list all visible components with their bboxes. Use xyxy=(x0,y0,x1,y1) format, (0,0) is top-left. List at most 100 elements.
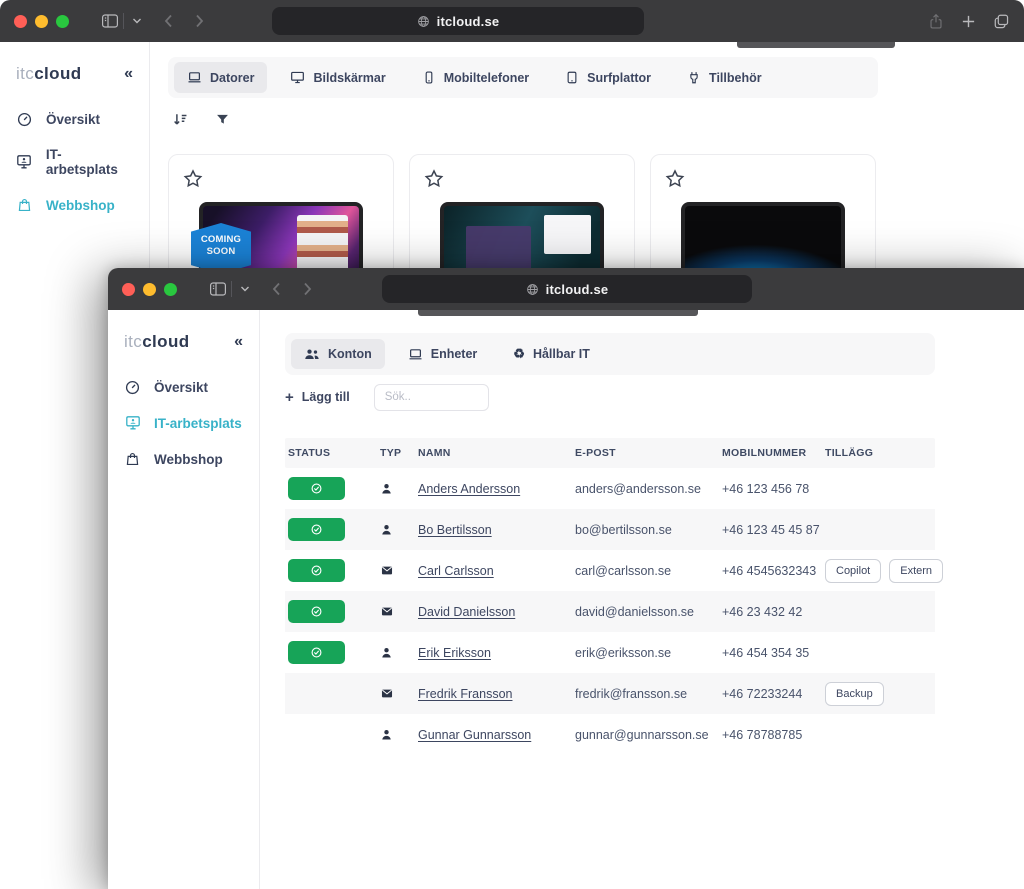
column-header: NAMN xyxy=(418,447,575,459)
table-row: Carl Carlsson carl@carlsson.se +46 45456… xyxy=(285,550,935,591)
plug-icon xyxy=(687,70,701,85)
url-text: itcloud.se xyxy=(437,14,500,29)
gauge-icon xyxy=(16,112,33,127)
sidebar-item-it-arbetsplats[interactable]: IT-arbetsplats xyxy=(0,139,149,185)
email-text: fredrik@fransson.se xyxy=(575,687,722,701)
tab-label: Enheter xyxy=(431,347,478,361)
account-name-link[interactable]: David Danielsson xyxy=(418,605,515,619)
zoom-window-button[interactable] xyxy=(164,283,177,296)
search-input[interactable] xyxy=(374,384,489,411)
addons-cell: Copilot Extern xyxy=(825,559,943,583)
account-name-link[interactable]: Carl Carlsson xyxy=(418,564,494,578)
sidebar-item-label: Webbshop xyxy=(46,198,115,213)
addon-button[interactable]: Extern xyxy=(889,559,943,583)
tablet-icon xyxy=(565,70,579,85)
phone-icon xyxy=(422,70,436,85)
table-header-row: STATUS TYP NAMN E-POST MOBILNUMMER TILLÄ… xyxy=(285,438,935,468)
add-button-label: Lägg till xyxy=(302,390,350,404)
sidebar-item-it-arbetsplats[interactable]: IT-arbetsplats xyxy=(108,407,259,439)
add-account-button[interactable]: + Lägg till xyxy=(285,390,350,405)
sidebar-item-webbshop[interactable]: Webbshop xyxy=(108,443,259,475)
chevron-down-icon[interactable] xyxy=(132,17,142,25)
filter-icon[interactable] xyxy=(215,112,230,132)
account-name-link[interactable]: Bo Bertilsson xyxy=(418,523,492,537)
column-header: TYP xyxy=(380,447,418,459)
mobile-text: +46 454 354 35 xyxy=(722,646,825,660)
workstation-icon xyxy=(16,154,33,170)
mailbox-type-icon xyxy=(380,687,418,700)
favorite-star-icon[interactable] xyxy=(183,169,203,189)
sidebar-item-oversikt[interactable]: Översikt xyxy=(108,372,259,403)
sidebar-toggle-icon[interactable] xyxy=(209,281,227,297)
table-row: David Danielsson david@danielsson.se +46… xyxy=(285,591,935,632)
globe-icon xyxy=(417,15,430,28)
forward-button[interactable] xyxy=(195,14,204,28)
account-name-link[interactable]: Gunnar Gunnarsson xyxy=(418,728,531,742)
chevron-down-icon[interactable] xyxy=(240,285,250,293)
monitor-icon xyxy=(290,70,305,85)
sidebar-collapse-icon[interactable]: « xyxy=(234,333,243,351)
sidebar-toggle-icon[interactable] xyxy=(101,13,119,29)
tab-enheter[interactable]: Enheter xyxy=(395,339,491,370)
sidebar-item-label: Översikt xyxy=(154,380,208,395)
account-name-link[interactable]: Erik Eriksson xyxy=(418,646,491,660)
tab-konton[interactable]: Konton xyxy=(291,339,385,369)
browser-titlebar: itcloud.se xyxy=(0,0,1024,42)
accounts-table-body: Anders Andersson anders@andersson.se +46… xyxy=(285,468,935,755)
tab-mobiltelefoner[interactable]: Mobiltelefoner xyxy=(409,62,542,93)
email-text: carl@carlsson.se xyxy=(575,564,722,578)
back-button[interactable] xyxy=(164,14,173,28)
address-bar[interactable]: itcloud.se xyxy=(382,275,752,303)
mobile-text: +46 4545632343 xyxy=(722,564,825,578)
minimize-window-button[interactable] xyxy=(143,283,156,296)
tab-datorer[interactable]: Datorer xyxy=(174,62,267,93)
mobile-text: +46 123 45 45 87 xyxy=(722,523,825,537)
close-window-button[interactable] xyxy=(122,283,135,296)
sidebar-item-oversikt[interactable]: Översikt xyxy=(0,104,149,135)
status-badge-active xyxy=(288,518,345,541)
sidebar-collapse-icon[interactable]: « xyxy=(124,65,133,83)
back-button[interactable] xyxy=(272,282,281,296)
shopping-bag-icon xyxy=(124,451,141,467)
sort-icon[interactable] xyxy=(172,111,189,133)
favorite-star-icon[interactable] xyxy=(665,169,685,189)
tab-tillbehor[interactable]: Tillbehör xyxy=(674,62,775,93)
column-header: E-POST xyxy=(575,447,722,459)
mobile-text: +46 123 456 78 xyxy=(722,482,825,496)
addon-button[interactable]: Copilot xyxy=(825,559,881,583)
account-name-link[interactable]: Fredrik Fransson xyxy=(418,687,512,701)
email-text: bo@bertilsson.se xyxy=(575,523,722,537)
email-text: david@danielsson.se xyxy=(575,605,722,619)
table-row: Bo Bertilsson bo@bertilsson.se +46 123 4… xyxy=(285,509,935,550)
sidebar-item-label: Översikt xyxy=(46,112,100,127)
sidebar-item-webbshop[interactable]: Webbshop xyxy=(0,189,149,221)
table-row: Fredrik Fransson fredrik@fransson.se +46… xyxy=(285,673,935,714)
forward-button[interactable] xyxy=(303,282,312,296)
tab-surfplattor[interactable]: Surfplattor xyxy=(552,62,664,93)
zoom-window-button[interactable] xyxy=(56,15,69,28)
tab-label: Surfplattor xyxy=(587,71,651,85)
table-row: Anders Andersson anders@andersson.se +46… xyxy=(285,468,935,509)
favorite-star-icon[interactable] xyxy=(424,169,444,189)
column-header: MOBILNUMMER xyxy=(722,447,825,459)
globe-icon xyxy=(526,283,539,296)
window-edge-fragment xyxy=(418,310,698,316)
tab-bildskarmar[interactable]: Bildskärmar xyxy=(277,62,398,93)
app-logo: itccloud xyxy=(16,64,82,84)
tab-overview-icon[interactable] xyxy=(993,13,1010,30)
account-name-link[interactable]: Anders Andersson xyxy=(418,482,520,496)
new-tab-icon[interactable] xyxy=(961,14,976,29)
status-badge-active xyxy=(288,641,345,664)
tab-hallbar-it[interactable]: ♻ Hållbar IT xyxy=(500,338,603,370)
section-tabbar: Konton Enheter ♻ Hållbar IT xyxy=(285,333,935,375)
url-text: itcloud.se xyxy=(546,282,609,297)
close-window-button[interactable] xyxy=(14,15,27,28)
addon-button[interactable]: Backup xyxy=(825,682,884,706)
browser-titlebar: itcloud.se xyxy=(108,268,1024,310)
minimize-window-button[interactable] xyxy=(35,15,48,28)
tab-label: Tillbehör xyxy=(709,71,762,85)
email-text: erik@eriksson.se xyxy=(575,646,722,660)
share-icon[interactable] xyxy=(928,13,944,30)
tab-label: Mobiltelefoner xyxy=(444,71,529,85)
address-bar[interactable]: itcloud.se xyxy=(272,7,644,35)
